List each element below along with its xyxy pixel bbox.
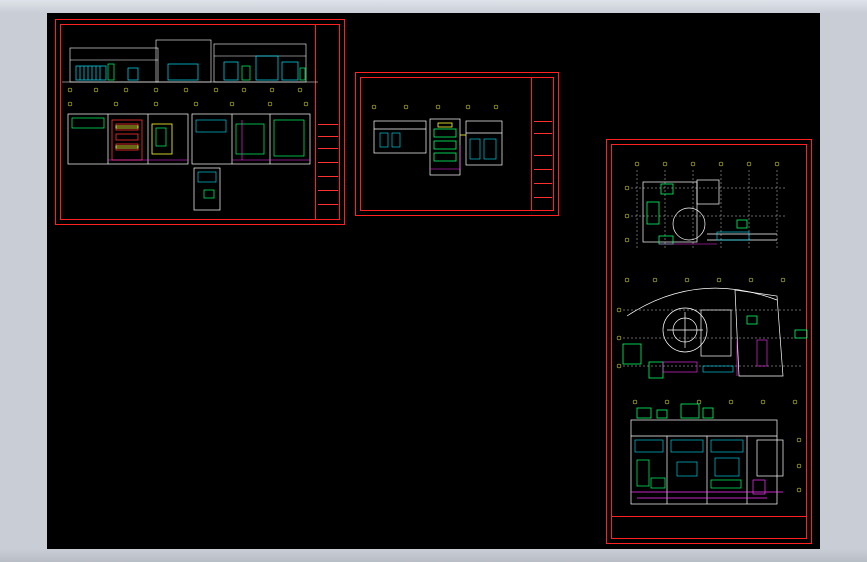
drawing-sheet-2[interactable]: [355, 72, 559, 216]
sheet-3-drawing: [616, 161, 808, 505]
drawing-sheet-3[interactable]: [606, 139, 812, 544]
cad-model-space[interactable]: [47, 13, 820, 549]
window-bottom-bezel: [0, 549, 867, 562]
drawing-sheet-1[interactable]: [55, 19, 345, 225]
window-top-bezel: [0, 0, 867, 13]
sheet-2-drawing: [371, 104, 503, 176]
sheet-1-drawing: [62, 39, 318, 211]
